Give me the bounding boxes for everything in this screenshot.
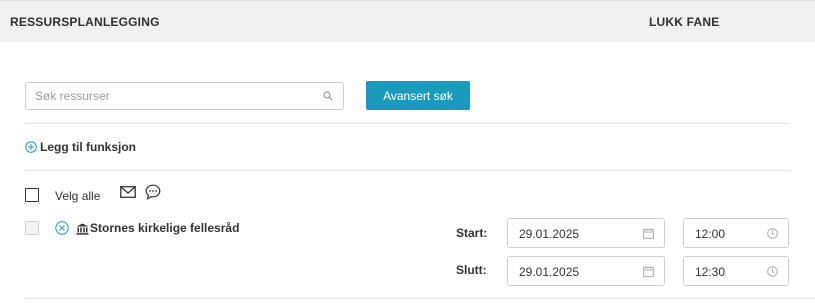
start-date-field[interactable]: 29.01.2025 (507, 218, 665, 248)
end-time-field[interactable]: 12:30 (683, 256, 789, 286)
clock-icon[interactable] (767, 228, 778, 239)
add-function-link[interactable]: Legg til funksjon (25, 140, 136, 154)
clock-icon[interactable] (767, 266, 778, 277)
add-function-label: Legg til funksjon (40, 140, 136, 154)
start-time-value: 12:00 (695, 227, 726, 241)
select-all-label: Velg alle (55, 189, 101, 203)
divider (25, 123, 790, 124)
divider (25, 298, 815, 299)
resource-checkbox[interactable] (25, 221, 39, 235)
end-label: Slutt: (456, 263, 487, 277)
search-input[interactable] (26, 83, 316, 109)
select-all-checkbox[interactable] (25, 188, 39, 202)
plus-circle-icon (25, 141, 37, 153)
resource-name: Stornes kirkelige fellesråd (90, 221, 240, 235)
search-field[interactable] (25, 82, 344, 110)
end-date-field[interactable]: 29.01.2025 (507, 256, 665, 286)
end-date-value: 29.01.2025 (519, 265, 580, 279)
remove-circle-icon[interactable] (55, 221, 69, 235)
start-label: Start: (456, 226, 488, 240)
end-time-value: 12:30 (695, 265, 726, 279)
tab-header: RESSURSPLANLEGGING LUKK FANE (0, 0, 815, 42)
close-tab-link[interactable]: LUKK FANE (649, 15, 719, 29)
mail-icon[interactable] (120, 186, 136, 198)
page-title: RESSURSPLANLEGGING (10, 15, 160, 29)
advanced-search-button[interactable]: Avansert søk (366, 81, 470, 110)
start-time-field[interactable]: 12:00 (683, 218, 789, 248)
chat-icon[interactable] (145, 184, 161, 200)
calendar-icon[interactable] (643, 228, 654, 239)
calendar-icon[interactable] (643, 266, 654, 277)
start-date-value: 29.01.2025 (519, 227, 580, 241)
bank-icon (76, 223, 89, 235)
search-icon[interactable] (323, 91, 333, 101)
divider (25, 170, 790, 171)
